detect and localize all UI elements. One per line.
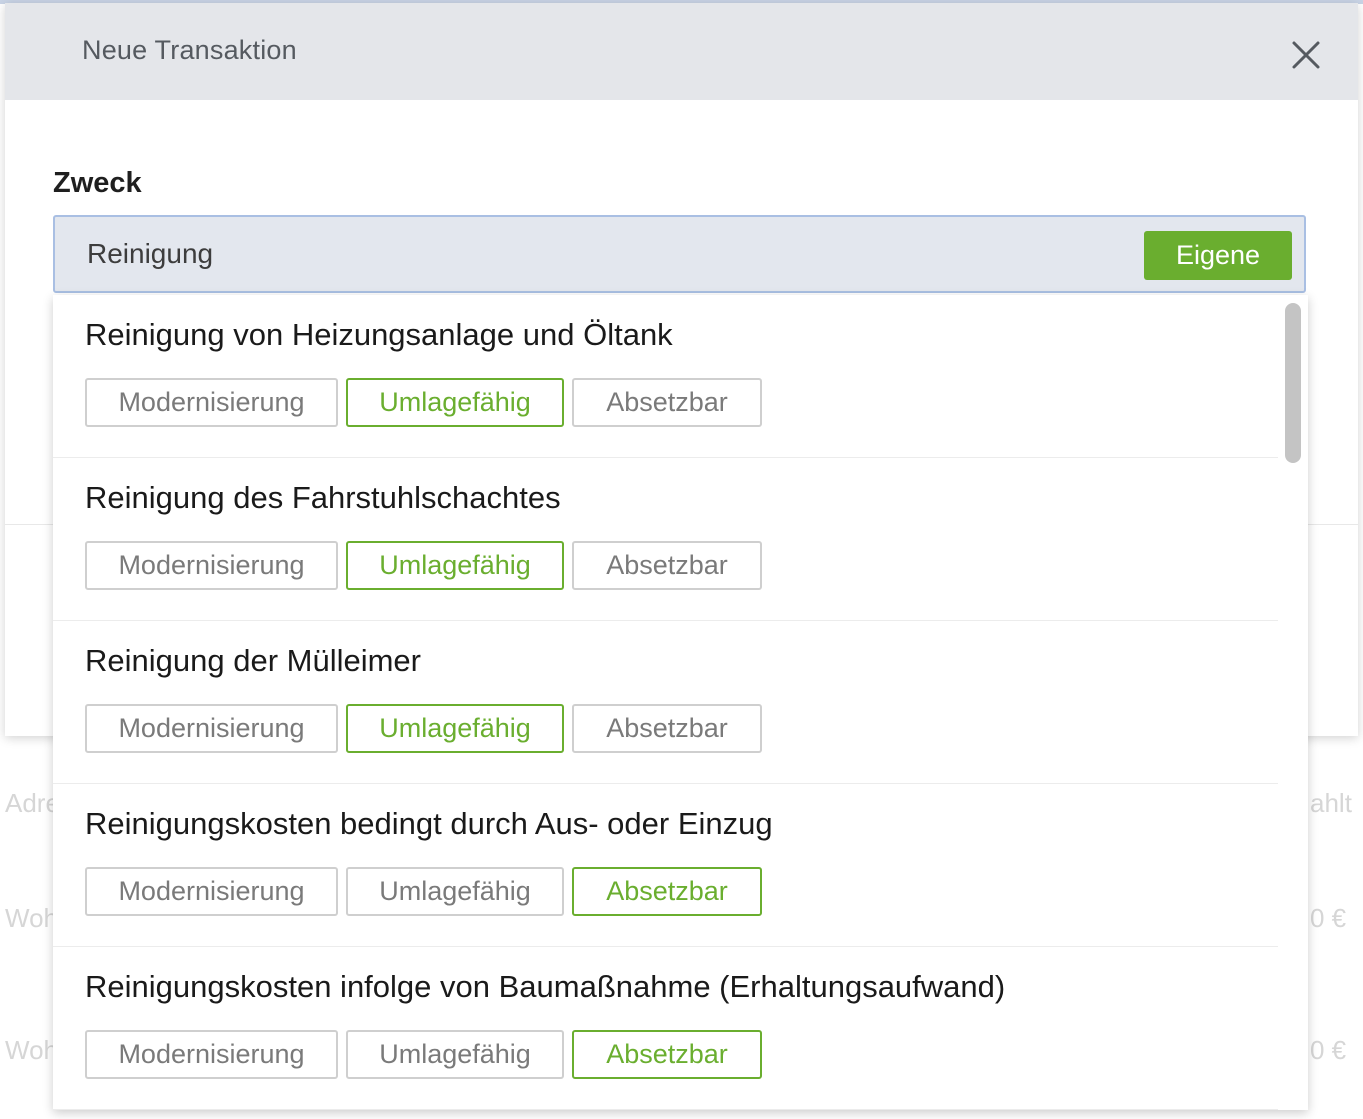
purpose-option-title: Reinigung des Fahrstuhlschachtes [85,480,561,515]
purpose-label: Zweck [53,167,142,199]
purpose-option-title: Reinigung der Mülleimer [85,643,421,678]
tag-modernisierung[interactable]: Modernisierung [85,1030,338,1079]
background-label-address: Adre [5,788,60,818]
purpose-option-title: Reinigung von Heizungsanlage und Öltank [85,317,673,352]
background-amount-2: 0 € [1310,1035,1347,1065]
tag-modernisierung[interactable]: Modernisierung [85,541,338,590]
tag-umlagefaehig[interactable]: Umlagefähig [346,867,564,916]
tag-modernisierung[interactable]: Modernisierung [85,378,338,427]
tag-absetzbar[interactable]: Absetzbar [572,378,762,427]
close-button[interactable] [1290,39,1322,71]
purpose-option[interactable]: Reinigungskosten infolge von Baumaßnahme… [53,947,1278,1110]
custom-purpose-button[interactable]: Eigene [1144,231,1292,280]
tag-absetzbar[interactable]: Absetzbar [572,704,762,753]
tag-absetzbar[interactable]: Absetzbar [572,541,762,590]
purpose-dropdown: Reinigung von Heizungsanlage und Öltank … [53,295,1308,1110]
background-label-woh-2: Woh [5,1035,58,1065]
background-label-woh-1: Woh [5,903,58,933]
background-amount-1: 0 € [1310,903,1347,933]
tag-umlagefaehig[interactable]: Umlagefähig [346,704,564,753]
page: Adre Woh Woh ahlt 0 € 0 € Neue Transakti… [0,0,1363,1119]
dropdown-scrollbar-thumb[interactable] [1285,303,1301,463]
close-icon [1292,41,1320,69]
tag-umlagefaehig[interactable]: Umlagefähig [346,541,564,590]
purpose-option[interactable]: Reinigung der Mülleimer Modernisierung U… [53,621,1278,784]
purpose-option-title: Reinigungskosten infolge von Baumaßnahme… [85,969,1006,1004]
purpose-option[interactable]: Reinigung von Heizungsanlage und Öltank … [53,295,1278,458]
tag-absetzbar[interactable]: Absetzbar [572,867,762,916]
tag-modernisierung[interactable]: Modernisierung [85,704,338,753]
modal-header: Neue Transaktion [5,3,1358,100]
background-label-paid: ahlt [1310,788,1352,818]
modal-title: Neue Transaktion [82,35,297,65]
tag-absetzbar[interactable]: Absetzbar [572,1030,762,1079]
tag-umlagefaehig[interactable]: Umlagefähig [346,1030,564,1079]
purpose-option[interactable]: Reinigung des Fahrstuhlschachtes Moderni… [53,458,1278,621]
purpose-option[interactable]: Reinigungskosten bedingt durch Aus- oder… [53,784,1278,947]
purpose-option-title: Reinigungskosten bedingt durch Aus- oder… [85,806,773,841]
purpose-search-field[interactable]: Eigene [53,215,1306,293]
tag-modernisierung[interactable]: Modernisierung [85,867,338,916]
purpose-search-input[interactable] [87,217,1127,291]
tag-umlagefaehig[interactable]: Umlagefähig [346,378,564,427]
